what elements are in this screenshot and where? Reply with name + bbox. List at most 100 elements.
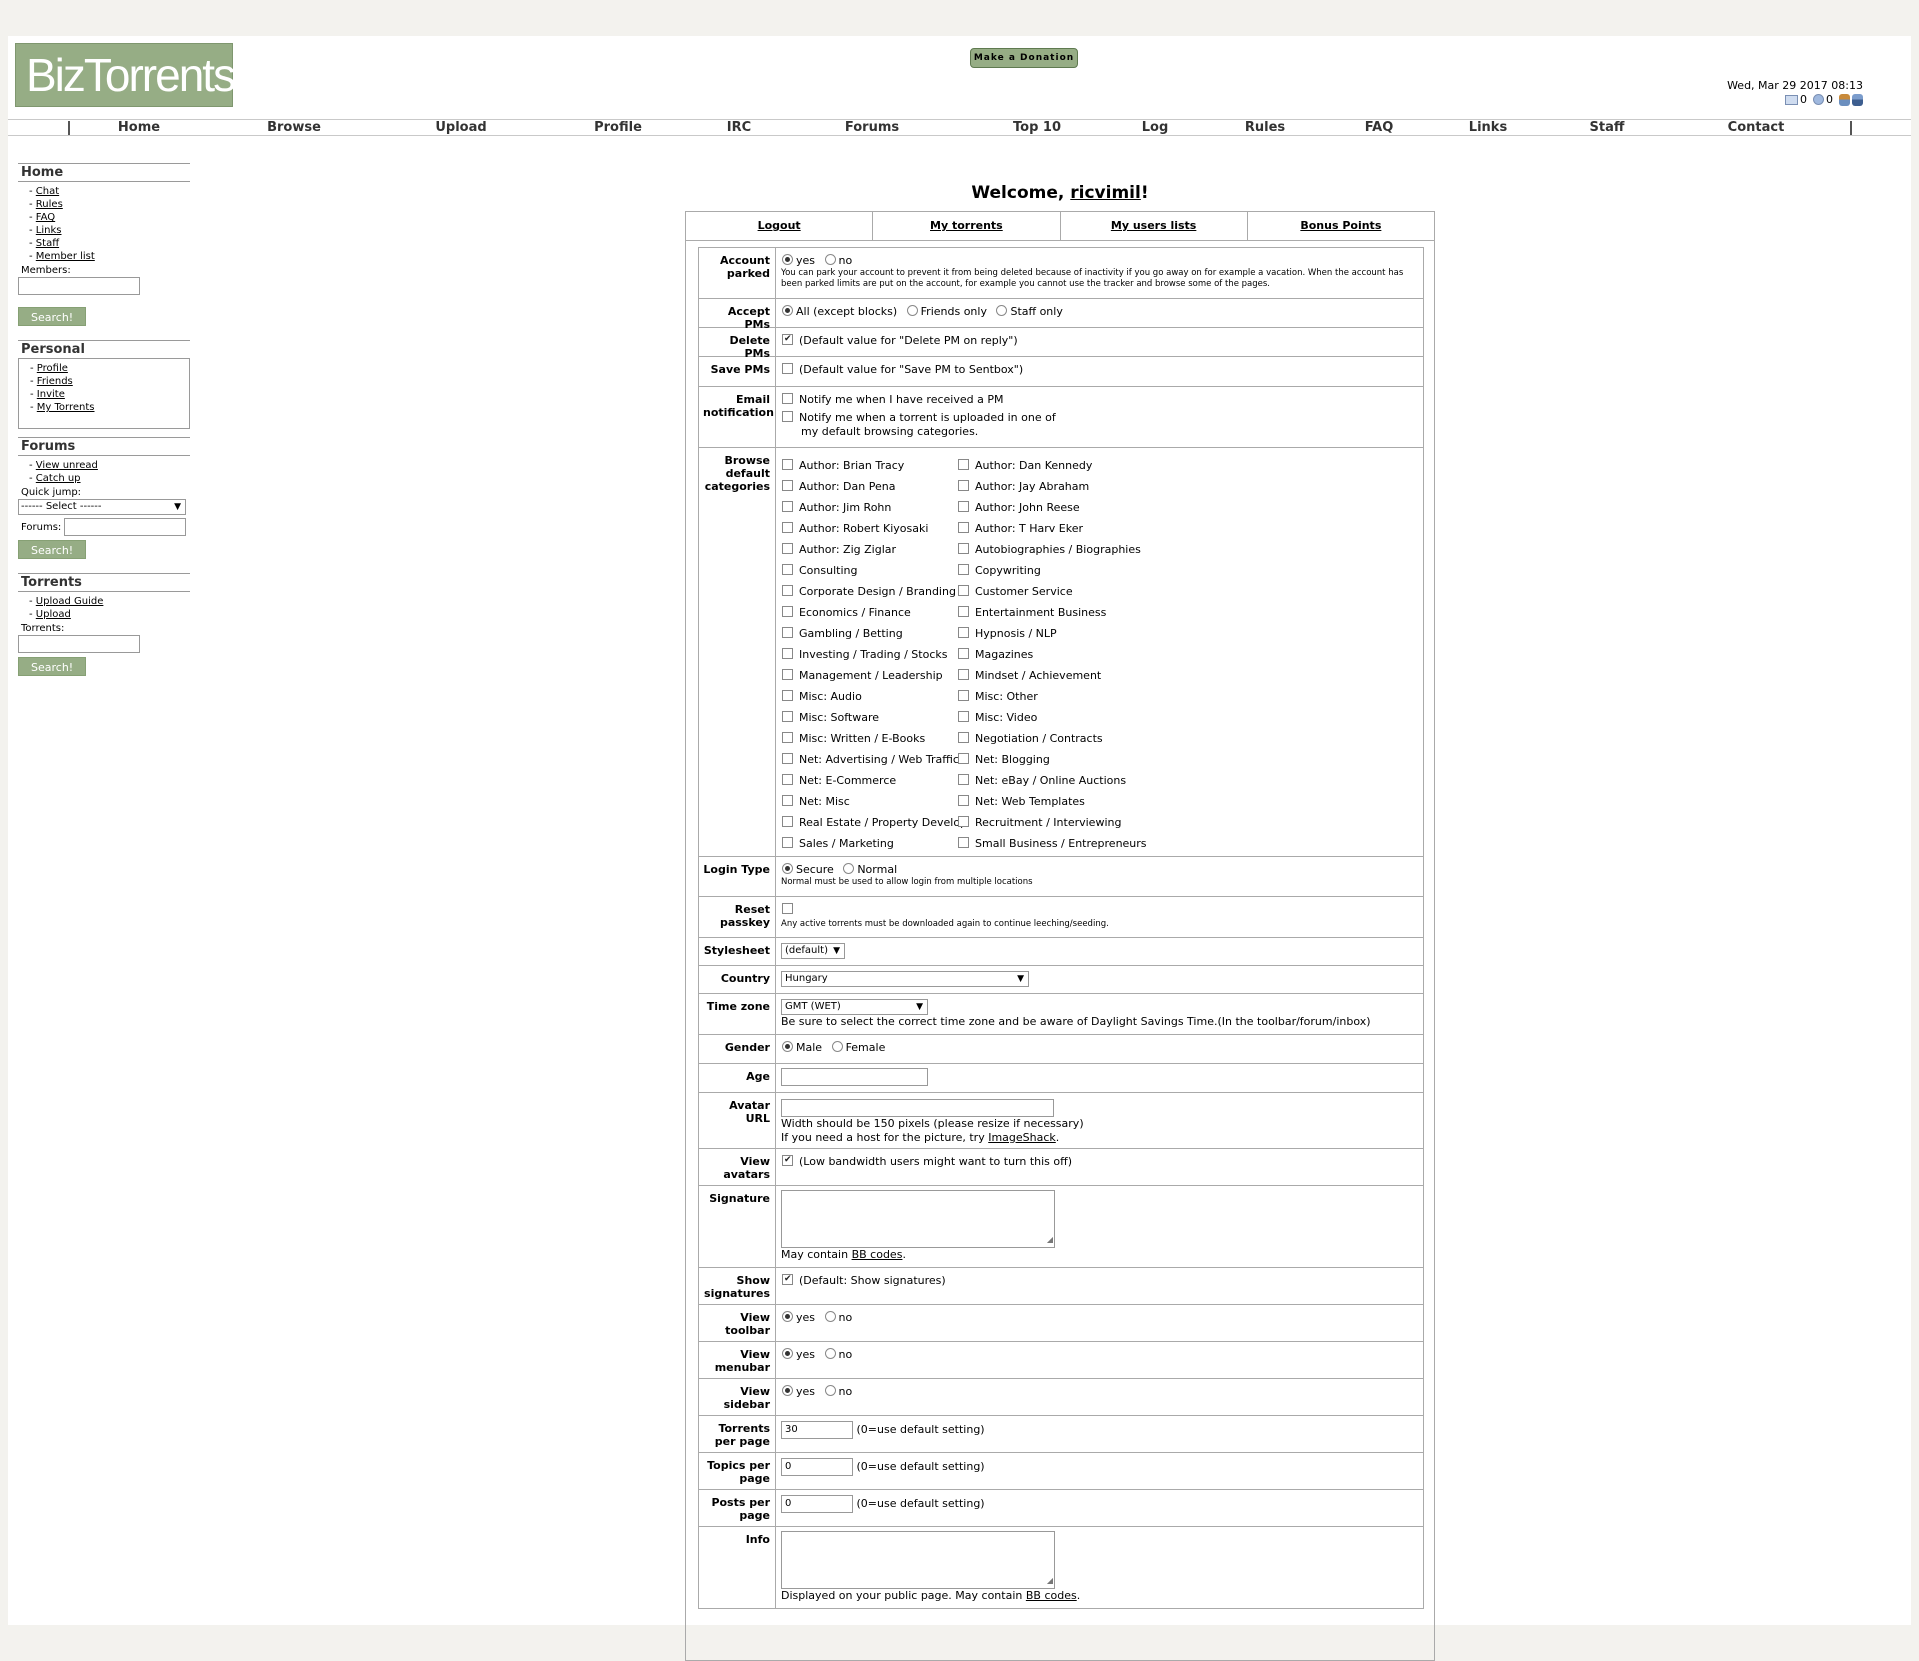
category-checkbox[interactable] bbox=[958, 585, 969, 596]
view-avatars-checkbox[interactable] bbox=[782, 1155, 793, 1166]
category-checkbox[interactable] bbox=[958, 627, 969, 638]
posts-per-page-input[interactable]: 0 bbox=[781, 1495, 853, 1513]
inbox-icon[interactable] bbox=[1785, 94, 1798, 105]
category-checkbox[interactable] bbox=[782, 606, 793, 617]
nav-home[interactable]: Home bbox=[118, 120, 160, 136]
forums-search-input[interactable] bbox=[64, 518, 187, 536]
account-parked-no-radio[interactable] bbox=[824, 254, 836, 265]
signature-textarea[interactable] bbox=[781, 1190, 1055, 1248]
category-checkbox[interactable] bbox=[958, 711, 969, 722]
nav-browse[interactable]: Browse bbox=[267, 120, 321, 136]
category-checkbox[interactable] bbox=[782, 774, 793, 785]
category-checkbox[interactable] bbox=[958, 795, 969, 806]
time-zone-select[interactable]: GMT (WET) bbox=[781, 999, 928, 1015]
sidebar-link-faq[interactable]: FAQ bbox=[36, 212, 55, 223]
login-secure-radio[interactable] bbox=[782, 863, 793, 874]
bb-codes-link[interactable]: BB codes bbox=[852, 1248, 903, 1261]
nav-rules[interactable]: Rules bbox=[1245, 120, 1285, 136]
notify-pm-checkbox[interactable] bbox=[782, 393, 793, 404]
tab-my-users-lists[interactable]: My users lists bbox=[1111, 219, 1196, 232]
category-checkbox[interactable] bbox=[958, 480, 969, 491]
sidebar-link-my-torrents[interactable]: My Torrents bbox=[37, 402, 95, 413]
nav-profile[interactable]: Profile bbox=[594, 120, 642, 136]
view-sidebar-yes-radio[interactable] bbox=[782, 1385, 793, 1396]
category-checkbox[interactable] bbox=[958, 543, 969, 554]
category-checkbox[interactable] bbox=[782, 522, 793, 533]
forums-search-button[interactable]: Search! bbox=[18, 540, 87, 559]
category-checkbox[interactable] bbox=[782, 459, 793, 470]
imageshack-link[interactable]: ImageShack bbox=[988, 1131, 1056, 1144]
category-checkbox[interactable] bbox=[782, 753, 793, 764]
category-checkbox[interactable] bbox=[958, 501, 969, 512]
country-select[interactable]: Hungary bbox=[781, 971, 1029, 987]
username-link[interactable]: ricvimil bbox=[1070, 183, 1141, 203]
show-signatures-checkbox[interactable] bbox=[782, 1274, 793, 1285]
tab-logout[interactable]: Logout bbox=[758, 219, 801, 232]
category-checkbox[interactable] bbox=[958, 732, 969, 743]
accept-pms-all-radio[interactable] bbox=[782, 305, 793, 316]
nav-links[interactable]: Links bbox=[1469, 120, 1507, 136]
donate-button[interactable]: Make a Donation bbox=[970, 48, 1078, 68]
category-checkbox[interactable] bbox=[958, 816, 969, 827]
category-checkbox[interactable] bbox=[958, 774, 969, 785]
sidebar-link-view-unread[interactable]: View unread bbox=[36, 460, 98, 471]
category-checkbox[interactable] bbox=[782, 795, 793, 806]
members-search-input[interactable] bbox=[18, 277, 140, 295]
stylesheet-select[interactable]: (default) bbox=[781, 943, 845, 959]
account-parked-yes-radio[interactable] bbox=[782, 254, 793, 265]
gender-female-radio[interactable] bbox=[831, 1041, 843, 1052]
view-menubar-no-radio[interactable] bbox=[824, 1348, 836, 1359]
category-checkbox[interactable] bbox=[782, 732, 793, 743]
site-logo[interactable]: BizTorrents bbox=[15, 43, 236, 107]
category-checkbox[interactable] bbox=[782, 480, 793, 491]
age-input[interactable] bbox=[781, 1068, 928, 1086]
category-checkbox[interactable] bbox=[958, 564, 969, 575]
sidebar-link-rules[interactable]: Rules bbox=[36, 199, 63, 210]
nav-contact[interactable]: Contact bbox=[1728, 120, 1785, 136]
sidebar-link-profile[interactable]: Profile bbox=[37, 363, 68, 374]
category-checkbox[interactable] bbox=[958, 753, 969, 764]
category-checkbox[interactable] bbox=[958, 459, 969, 470]
torrents-per-page-input[interactable]: 30 bbox=[781, 1421, 853, 1439]
nav-staff[interactable]: Staff bbox=[1590, 120, 1625, 136]
nav-upload[interactable]: Upload bbox=[435, 120, 486, 136]
sidebar-link-upload-guide[interactable]: Upload Guide bbox=[36, 596, 104, 607]
info-bb-codes-link[interactable]: BB codes bbox=[1026, 1589, 1077, 1602]
quick-jump-select[interactable]: ------ Select ------ bbox=[18, 499, 186, 515]
view-sidebar-no-radio[interactable] bbox=[824, 1385, 836, 1396]
info-textarea[interactable] bbox=[781, 1531, 1055, 1589]
category-checkbox[interactable] bbox=[958, 837, 969, 848]
category-checkbox[interactable] bbox=[958, 648, 969, 659]
torrents-search-input[interactable] bbox=[18, 635, 140, 653]
sidebar-link-links[interactable]: Links bbox=[36, 225, 62, 236]
gender-male-radio[interactable] bbox=[782, 1041, 793, 1052]
category-checkbox[interactable] bbox=[782, 816, 793, 827]
view-toolbar-no-radio[interactable] bbox=[824, 1311, 836, 1322]
category-checkbox[interactable] bbox=[782, 585, 793, 596]
tab-my-torrents[interactable]: My torrents bbox=[930, 219, 1003, 232]
profile-icon[interactable] bbox=[1852, 93, 1863, 106]
reset-passkey-checkbox[interactable] bbox=[782, 903, 793, 914]
category-checkbox[interactable] bbox=[958, 606, 969, 617]
nav-forums[interactable]: Forums bbox=[845, 120, 899, 136]
view-menubar-yes-radio[interactable] bbox=[782, 1348, 793, 1359]
sidebar-link-invite[interactable]: Invite bbox=[37, 389, 65, 400]
category-checkbox[interactable] bbox=[958, 690, 969, 701]
category-checkbox[interactable] bbox=[782, 669, 793, 680]
tab-bonus-points[interactable]: Bonus Points bbox=[1300, 219, 1381, 232]
avatar-url-input[interactable] bbox=[781, 1099, 1054, 1117]
category-checkbox[interactable] bbox=[782, 501, 793, 512]
sidebar-link-catch-up[interactable]: Catch up bbox=[36, 473, 81, 484]
save-pms-checkbox[interactable] bbox=[782, 363, 793, 374]
category-checkbox[interactable] bbox=[958, 669, 969, 680]
sentbox-icon[interactable] bbox=[1813, 94, 1824, 105]
friends-icon[interactable] bbox=[1839, 93, 1850, 106]
view-toolbar-yes-radio[interactable] bbox=[782, 1311, 793, 1322]
category-checkbox[interactable] bbox=[958, 522, 969, 533]
category-checkbox[interactable] bbox=[782, 564, 793, 575]
topics-per-page-input[interactable]: 0 bbox=[781, 1458, 853, 1476]
sidebar-link-staff[interactable]: Staff bbox=[36, 238, 59, 249]
category-checkbox[interactable] bbox=[782, 711, 793, 722]
sidebar-link-member-list[interactable]: Member list bbox=[36, 251, 95, 262]
category-checkbox[interactable] bbox=[782, 648, 793, 659]
